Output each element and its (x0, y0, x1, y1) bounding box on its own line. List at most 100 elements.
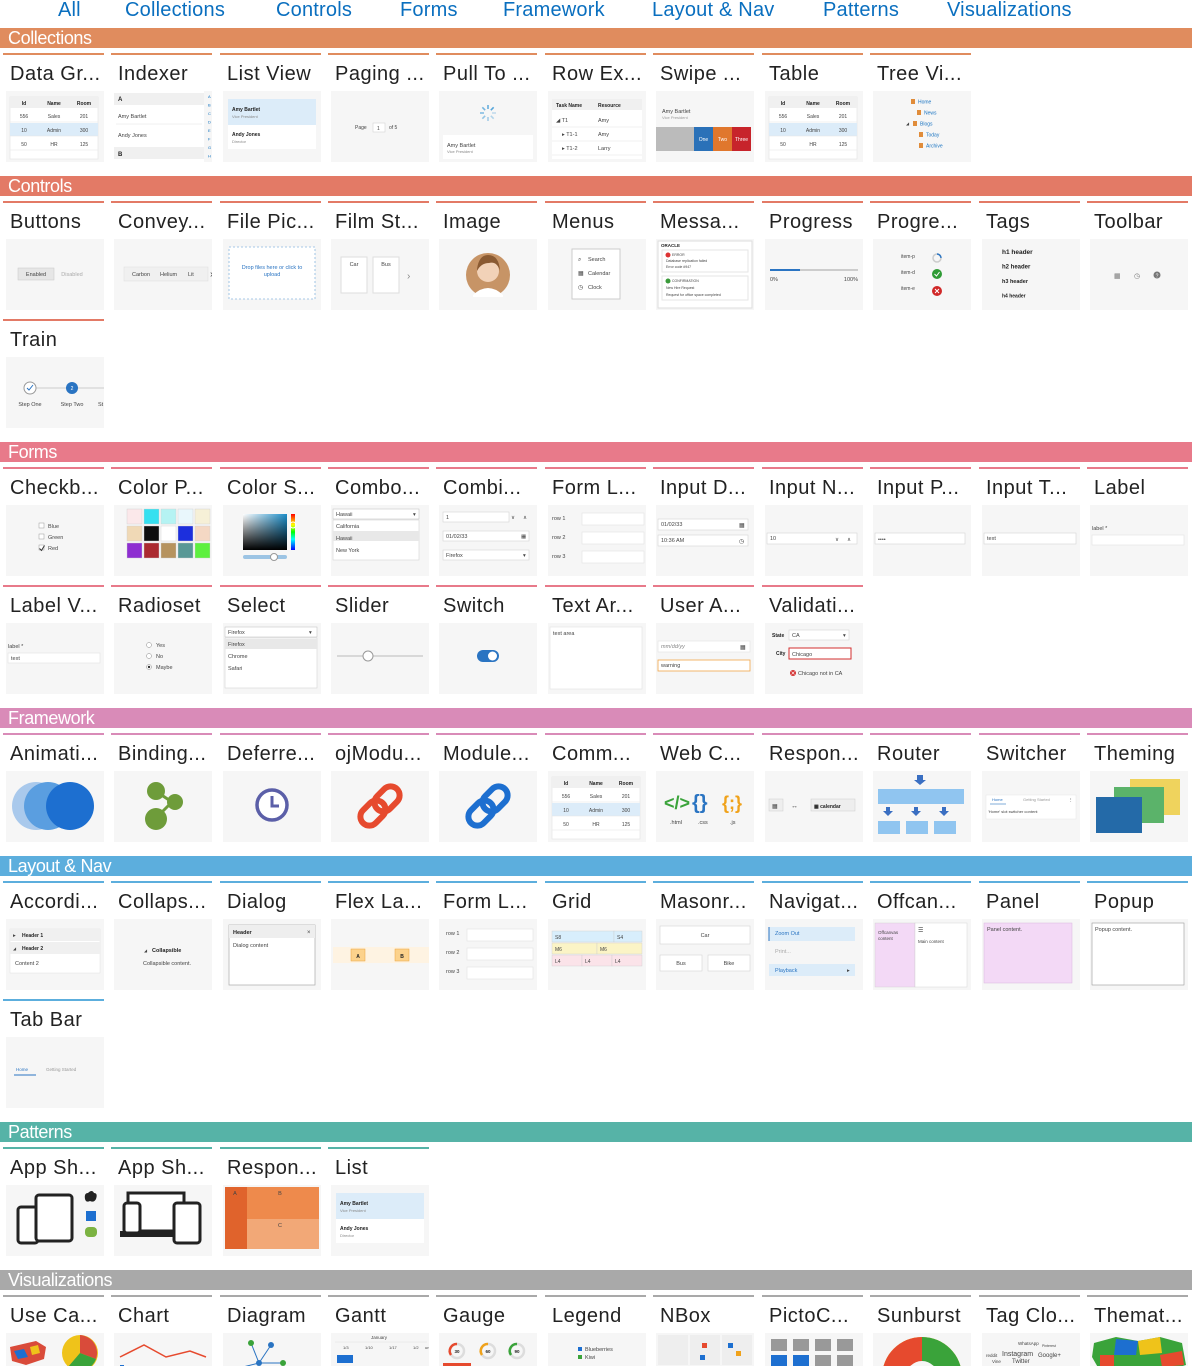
component-card[interactable]: Sunburst (870, 1295, 971, 1366)
thumbnail-chart (114, 1333, 212, 1366)
component-card[interactable]: Switcher Home Getting Started ⋮ 'Home' slot … (979, 733, 1080, 844)
component-card[interactable]: Table Id Name Room 556 Sales 201 10 Admin 300 50 HR… (762, 53, 863, 164)
component-card[interactable]: Color P... (111, 467, 212, 578)
tab-controls[interactable]: Controls (276, 0, 352, 22)
tab-forms[interactable]: Forms (400, 0, 458, 22)
tab-layout-nav[interactable]: Layout & Nav (652, 0, 774, 22)
thumbnail-preview: 0% 100% (770, 269, 858, 283)
component-card[interactable]: Masonr... Car Bus Bike (653, 881, 754, 992)
component-card[interactable]: Respon... A B C (220, 1147, 321, 1258)
component-card[interactable]: App Sh... (3, 1147, 104, 1258)
thumbnail-popup: Popup content. (1090, 919, 1188, 990)
component-card[interactable]: Input N... 10 ∨ ∧ (762, 467, 863, 578)
component-card[interactable]: Gauge 30 60 90 (436, 1295, 537, 1366)
component-card[interactable]: Legend Blueberries Kiwi (545, 1295, 646, 1366)
component-card[interactable]: Messa... ORACLE ERROR Database replication … (653, 201, 754, 312)
component-card[interactable]: Popup Popup content. (1087, 881, 1188, 992)
component-card[interactable]: Image (436, 201, 537, 312)
component-card[interactable]: Diagram (220, 1295, 321, 1366)
component-card[interactable]: Combi... 1 ∨ ∧ 01/02/33 ▦ Firefox ▾ (436, 467, 537, 578)
component-card[interactable]: Indexer A Amy Bartlet Andy Jones B A B C D E F G H (111, 53, 212, 164)
component-card[interactable]: Input P... •••• (870, 467, 971, 578)
svg-text:Chicago: Chicago (792, 652, 812, 658)
tab-collections[interactable]: Collections (125, 0, 225, 22)
component-card[interactable]: Pull To ... Amy Bartlet Vice President (436, 53, 537, 164)
component-card[interactable]: User A... mm/dd/yy ▦ warning (653, 585, 754, 696)
component-card[interactable]: Tree Vi... Home News Blogs Today Archive ◢ (870, 53, 971, 164)
component-card[interactable]: Toolbar ▦ ◷? (1087, 201, 1188, 312)
component-card[interactable]: Combo... Hawaii ▾ California Hawaii New York (328, 467, 429, 578)
thumbnail-preview (771, 1339, 853, 1366)
card-title: Menus (552, 211, 615, 233)
component-card[interactable]: Tag Clo... WhatsApp Pinterest reddit Instagr… (979, 1295, 1080, 1366)
component-card[interactable]: Text Ar... text area (545, 585, 646, 696)
tab-patterns[interactable]: Patterns (823, 0, 899, 22)
component-card[interactable]: Progre... item-p item-d item-e (870, 201, 971, 312)
component-card[interactable]: Navigat... Zoom Out Print... Playback ▸ (762, 881, 863, 992)
component-card[interactable]: Offcan... Offcanvas content ☰ Main content (870, 881, 971, 992)
component-card[interactable]: Film St... Car Bus › (328, 201, 429, 312)
component-card[interactable]: Comm... Id Name Room 556 Sales 201 10 Admin 300 50… (545, 733, 646, 844)
component-card[interactable]: Input T... text (979, 467, 1080, 578)
component-card[interactable]: Train 2 Step One Step Two St (3, 319, 104, 430)
tab-framework[interactable]: Framework (503, 0, 605, 22)
component-card[interactable]: Themat... (1087, 1295, 1188, 1366)
component-card[interactable]: PictoC... (762, 1295, 863, 1366)
component-card[interactable]: Collaps... ◢ Collapsible Collapsible conte… (111, 881, 212, 992)
component-card[interactable]: Color S... (220, 467, 321, 578)
component-card[interactable]: Respon... ▦ ↔ ▦ calendar (762, 733, 863, 844)
component-card[interactable]: Swipe ... Amy Bartlet Vice President One Two… (653, 53, 754, 164)
component-card[interactable]: Tags h1 header h2 header h3 header h4 header (979, 201, 1080, 312)
component-card[interactable]: ojModu... (328, 733, 429, 844)
component-card[interactable]: Animati... (3, 733, 104, 844)
component-card[interactable]: File Pic... Drop files here or click to up… (220, 201, 321, 312)
component-card[interactable]: Convey... Carbon Helium Lit › (111, 201, 212, 312)
component-card[interactable]: Radioset Yes No Maybe (111, 585, 212, 696)
component-card[interactable]: Buttons Enabled Disabled (3, 201, 104, 312)
component-card[interactable]: Panel Panel content. (979, 881, 1080, 992)
svg-text:Red: Red (48, 546, 58, 552)
component-card[interactable]: Binding... (111, 733, 212, 844)
component-card[interactable]: Chart (111, 1295, 212, 1366)
component-card[interactable]: Accordi... ▸ Header 1 ◢ Header 2 Content 2 (3, 881, 104, 992)
component-card[interactable]: Validati... State CA ▾ City Chicago Chicago no… (762, 585, 863, 696)
component-card[interactable]: Slider (328, 585, 429, 696)
component-card[interactable]: List View Amy Bartlet Vice President Andy J… (220, 53, 321, 164)
component-card[interactable]: Grid S8 S4 M6 M6 L4 L4 L4 (545, 881, 646, 992)
component-card[interactable]: Menus ⌕ ▦ ◷ Search Calendar Clock (545, 201, 646, 312)
component-card[interactable]: Web C... </>{} {;} .html .css .js (653, 733, 754, 844)
component-card[interactable]: Module... (436, 733, 537, 844)
component-card[interactable]: Progress 0% 100% (762, 201, 863, 312)
component-card[interactable]: Theming (1087, 733, 1188, 844)
component-card[interactable]: Form L... row 1 row 2 row 3 (545, 467, 646, 578)
component-card[interactable]: Paging ... Page 1 of 5 (328, 53, 429, 164)
component-card[interactable]: Checkb... Blue Green Red (3, 467, 104, 578)
thumbnail-grid: S8 S4 M6 M6 L4 L4 L4 (548, 919, 646, 990)
component-card[interactable]: Form L... row 1 row 2 row 3 (436, 881, 537, 992)
component-card[interactable]: Deferre... (220, 733, 321, 844)
component-card[interactable]: App Sh... (111, 1147, 212, 1258)
component-card[interactable]: Gantt January 1/3 1/10 1/17 1/2 undefined (328, 1295, 429, 1366)
svg-text:G: G (208, 145, 211, 150)
card-title: Themat... (1094, 1305, 1183, 1327)
component-card[interactable]: Flex La... A B (328, 881, 429, 992)
svg-text:100%: 100% (844, 277, 858, 283)
component-card[interactable]: Tab Bar Home Getting Started (3, 999, 104, 1110)
component-card[interactable]: Use Ca... (3, 1295, 104, 1366)
component-card[interactable]: Select Firefox ▾ Firefox Chrome Safari (220, 585, 321, 696)
component-card[interactable]: Label label * (1087, 467, 1188, 578)
component-card[interactable]: Label V... label * text (3, 585, 104, 696)
component-card[interactable]: Switch (436, 585, 537, 696)
svg-text:ERROR: ERROR (672, 253, 685, 257)
section-header-layout-nav: Layout & Nav (0, 856, 1192, 876)
tab-visualizations[interactable]: Visualizations (947, 0, 1072, 22)
component-card[interactable]: Row Ex... Task Name Resource ◢ T1 Amy ▸ T1-1 A… (545, 53, 646, 164)
component-card[interactable]: Input D... 01/02/33 ▦ 10:36 AM ◷ (653, 467, 754, 578)
component-card[interactable]: List Amy Bartlet Vice President Andy Jones D… (328, 1147, 429, 1258)
component-card[interactable]: Router (870, 733, 971, 844)
component-card[interactable]: NBox (653, 1295, 754, 1366)
svg-text:A: A (208, 94, 211, 99)
tab-all[interactable]: All (58, 0, 81, 22)
component-card[interactable]: Data Gr... Id Name Room 556 Sales 201 10 Admin 30… (3, 53, 104, 164)
component-card[interactable]: Dialog Header × Dialog content (220, 881, 321, 992)
